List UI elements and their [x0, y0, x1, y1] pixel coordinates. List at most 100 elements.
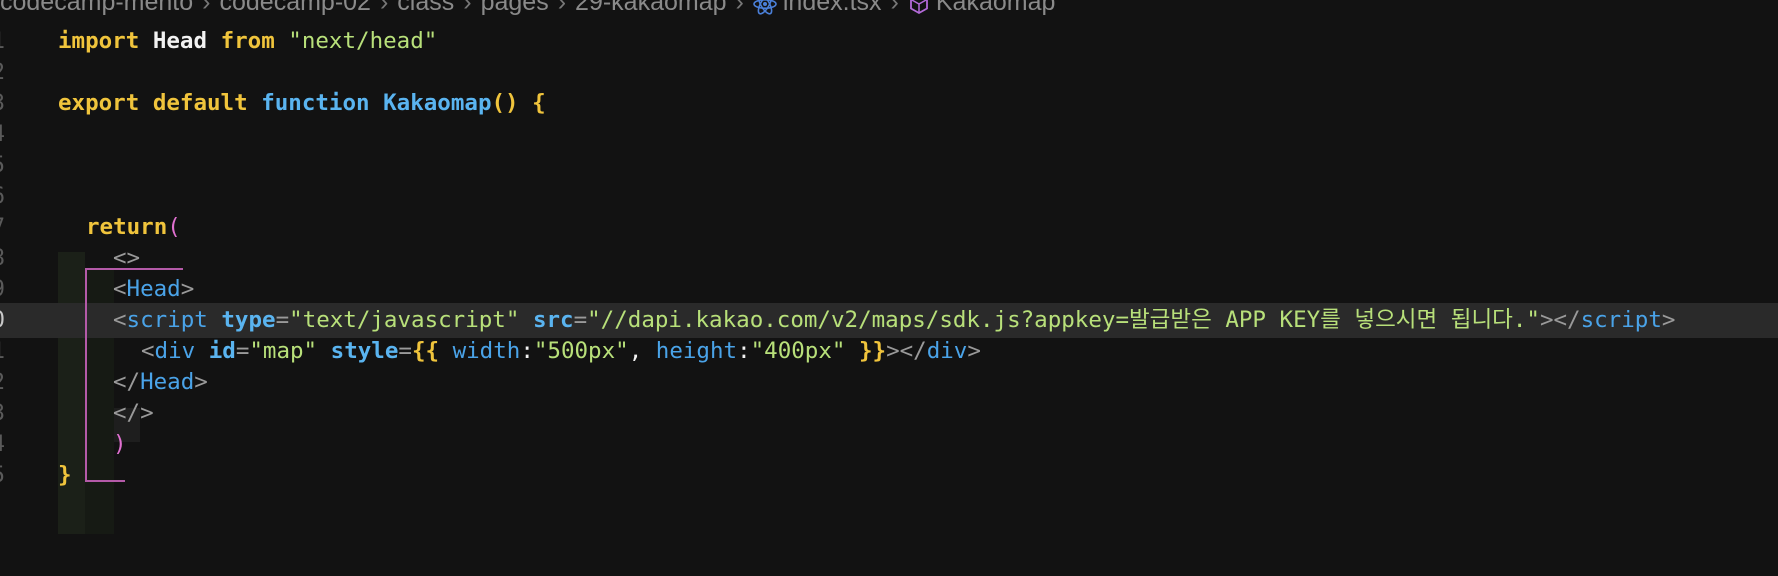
code-text: <div id="map" style={{ width:"500px", he…	[141, 334, 981, 369]
breadcrumb-separator: ›	[557, 0, 567, 16]
breadcrumb-item-kakaomap[interactable]: Kakaomap	[936, 0, 1056, 17]
code-text: import Head from "next/head"	[58, 24, 437, 59]
jsx-tag: div	[926, 338, 968, 364]
line-number: 5	[0, 458, 5, 493]
punctuation: )	[113, 431, 127, 457]
line-number: 9	[0, 272, 5, 307]
code-text: <>	[113, 241, 140, 276]
code-text: }	[58, 458, 72, 493]
breadcrumb-item-index-tsx[interactable]: index.tsx	[783, 0, 882, 17]
breadcrumb-separator: ›	[463, 0, 472, 16]
keyword: default	[152, 90, 248, 116]
code-line-8[interactable]: 8 <>	[0, 241, 1778, 276]
breadcrumb-separator: ›	[890, 0, 899, 16]
string-literal: "next/head"	[288, 28, 438, 54]
jsx-tag: Head	[126, 276, 181, 302]
punctuation: <	[113, 307, 127, 333]
punctuation: =	[573, 307, 588, 333]
keyword: return	[86, 214, 168, 240]
code-text: return(	[86, 210, 181, 245]
code-line-5[interactable]: 5	[0, 148, 1778, 183]
object-key: width	[452, 338, 521, 364]
breadcrumb-item-class[interactable]: class	[397, 0, 454, 17]
punctuation: (	[167, 214, 181, 240]
code-line-2[interactable]: 2	[0, 55, 1778, 90]
jsx-fragment: </>	[113, 400, 154, 426]
symbol-class-icon	[908, 0, 930, 22]
line-number: 8	[0, 241, 5, 276]
react-icon	[753, 0, 777, 22]
line-number: 1	[0, 24, 5, 59]
line-number: 1	[0, 334, 5, 369]
punctuation: >	[1661, 307, 1676, 333]
function-name: Kakaomap	[383, 90, 492, 116]
line-number: 4	[0, 427, 5, 462]
bracket-pair-guide	[85, 268, 183, 270]
punctuation: ,	[628, 338, 643, 364]
jsx-attribute: src	[532, 307, 574, 333]
line-number: 3	[0, 86, 5, 121]
punctuation: :	[737, 338, 751, 364]
code-text: <script type="text/javascript" src="//da…	[113, 303, 1675, 338]
code-line-3[interactable]: 3 export default function Kakaomap() {	[0, 86, 1778, 121]
jsx-tag: script	[126, 307, 208, 333]
code-line-12[interactable]: 2 </Head>	[0, 365, 1778, 400]
line-number: 7	[0, 210, 5, 245]
string-literal: "text/javascript"	[289, 307, 520, 333]
jsx-attribute: type	[221, 307, 276, 333]
punctuation: >	[967, 338, 981, 364]
bracket-pair-guide	[85, 480, 125, 482]
punctuation: </	[113, 369, 141, 395]
line-number: 6	[0, 179, 5, 214]
string-literal: "//dapi.kakao.com/v2/maps/sdk.js?appkey=…	[587, 307, 1540, 333]
code-line-15[interactable]: 5 }	[0, 458, 1778, 493]
breadcrumb-item-29-kakaomap[interactable]: 29-kakaomap	[575, 0, 726, 17]
code-line-10[interactable]: 0 <script type="text/javascript" src="//…	[0, 303, 1778, 338]
code-line-14[interactable]: 4 )	[0, 427, 1778, 462]
punctuation: }}	[858, 338, 887, 364]
string-literal: "500px"	[533, 338, 629, 364]
breadcrumb-item-codecamp-mento[interactable]: codecamp-mento	[0, 0, 193, 17]
line-number: 2	[0, 55, 5, 90]
line-number: 0	[0, 303, 5, 338]
jsx-tag: div	[154, 338, 196, 364]
code-text: <Head>	[113, 272, 194, 307]
code-text: </Head>	[113, 365, 208, 400]
breadcrumb-separator: ›	[379, 0, 389, 16]
punctuation: =	[235, 338, 250, 364]
punctuation: =	[275, 307, 290, 333]
breadcrumb-item-codecamp-02[interactable]: codecamp-02	[219, 0, 370, 17]
code-text: </>	[113, 396, 154, 431]
jsx-tag: script	[1580, 307, 1662, 333]
punctuation: {{	[411, 338, 440, 364]
breadcrumb-separator: ›	[735, 0, 744, 16]
keyword: import	[58, 28, 140, 54]
punctuation: ></	[1539, 307, 1581, 333]
string-literal: "400px"	[750, 338, 846, 364]
breadcrumb-item-pages[interactable]: pages	[481, 0, 549, 17]
code-line-4[interactable]: 4	[0, 117, 1778, 152]
line-number: 3	[0, 396, 5, 431]
string-literal: "map"	[249, 338, 318, 364]
punctuation: >	[180, 276, 195, 302]
punctuation: =	[398, 338, 412, 364]
code-line-1[interactable]: 1 import Head from "next/head"	[0, 24, 1778, 59]
code-line-9[interactable]: 9 <Head>	[0, 272, 1778, 307]
jsx-attribute: id	[208, 338, 236, 364]
object-key: height	[655, 338, 738, 364]
punctuation: {	[532, 90, 546, 116]
code-line-7[interactable]: 7 return(	[0, 210, 1778, 245]
code-line-13[interactable]: 3 </>	[0, 396, 1778, 431]
code-line-6[interactable]: 6	[0, 179, 1778, 214]
punctuation: <	[141, 338, 155, 364]
punctuation: ()	[491, 90, 519, 116]
breadcrumb-separator: ›	[202, 0, 211, 16]
code-line-11[interactable]: 1 <div id="map" style={{ width:"500px", …	[0, 334, 1778, 369]
keyword: export	[58, 90, 140, 116]
line-number: 5	[0, 148, 5, 183]
identifier: Head	[152, 28, 208, 54]
code-editor[interactable]: 1 import Head from "next/head" 2 3 expor…	[0, 24, 1778, 576]
bracket-pair-guide	[85, 268, 87, 482]
keyword: function	[261, 90, 370, 116]
keyword: from	[220, 28, 275, 54]
